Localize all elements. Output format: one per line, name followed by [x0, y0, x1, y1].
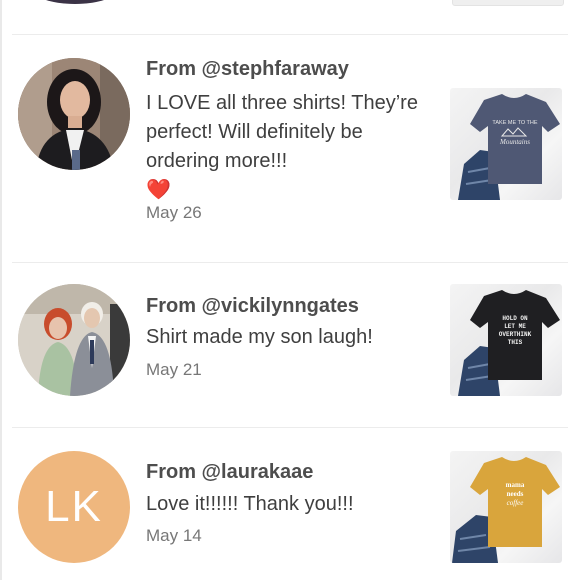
shirt-print-text: TAKE ME TO THE	[492, 120, 537, 126]
svg-text:THIS: THIS	[508, 339, 523, 346]
avatar-photo-woman	[18, 58, 130, 170]
svg-text:needs: needs	[507, 490, 524, 498]
svg-text:OVERTHINK: OVERTHINK	[499, 331, 532, 338]
svg-text:Mountains: Mountains	[499, 138, 530, 146]
review-message: Shirt made my son laugh!	[146, 326, 373, 348]
product-thumbnail[interactable]: HOLD ON LET ME OVERTHINK THIS	[450, 284, 562, 396]
review-author[interactable]: From @laurakaae	[146, 461, 313, 484]
reviewer-avatar[interactable]	[18, 58, 130, 170]
product-thumbnail[interactable]: mama needs coffee	[450, 451, 562, 563]
shirt-image: mama needs coffee	[452, 457, 560, 563]
left-edge-border	[0, 0, 2, 580]
reviewer-avatar-initials[interactable]: LK	[18, 451, 130, 563]
review-author[interactable]: From @vickilynngates	[146, 295, 359, 318]
previous-review-thumbnail[interactable]	[452, 0, 564, 6]
review-author[interactable]: From @stephfaraway	[146, 58, 349, 81]
shirt-image: TAKE ME TO THE Mountains	[458, 94, 560, 200]
review-message: I LOVE all three shirts! They’re perfect…	[146, 89, 436, 205]
shirt-print-text: HOLD ON	[502, 315, 528, 322]
review-message-text: I LOVE all three shirts! They’re perfect…	[146, 92, 418, 172]
review-date: May 14	[146, 526, 202, 545]
shirt-image: HOLD ON LET ME OVERTHINK THIS	[458, 290, 560, 396]
svg-text:LET ME: LET ME	[504, 323, 526, 330]
avatar-photo-couple	[18, 284, 130, 396]
product-thumbnail[interactable]: TAKE ME TO THE Mountains	[450, 88, 562, 200]
review-message: Love it!!!!!! Thank you!!!	[146, 493, 354, 515]
svg-text:coffee: coffee	[507, 499, 524, 507]
divider	[12, 427, 568, 428]
reviewer-avatar[interactable]	[18, 284, 130, 396]
shirt-print-text: mama	[506, 481, 525, 489]
review-date: May 26	[146, 203, 202, 222]
previous-review-avatar[interactable]	[30, 0, 120, 4]
divider	[12, 34, 568, 35]
heart-emoji-icon: ❤️	[146, 179, 171, 201]
divider	[12, 262, 568, 263]
review-date: May 21	[146, 360, 202, 379]
